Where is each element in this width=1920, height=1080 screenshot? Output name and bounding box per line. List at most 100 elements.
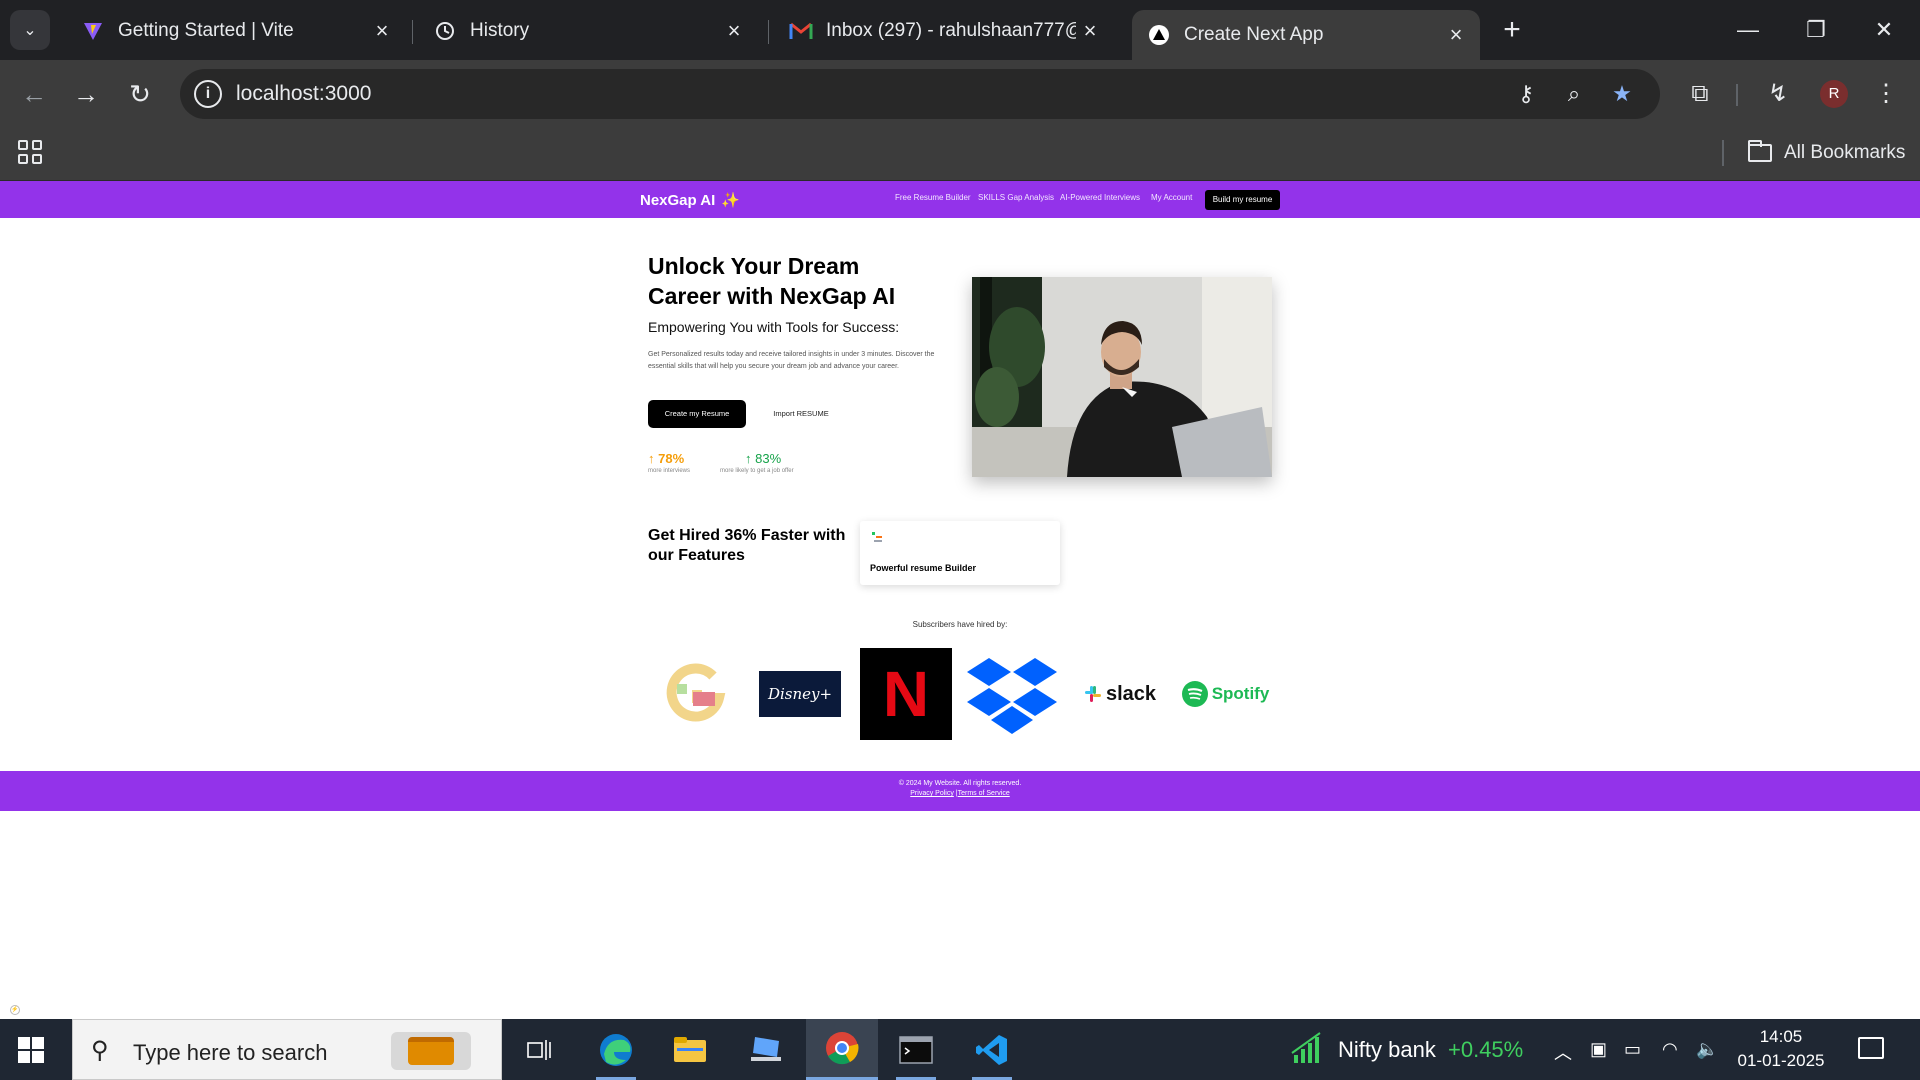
- close-icon[interactable]: ×: [368, 18, 396, 44]
- feature-card-resume-builder[interactable]: Powerful resume Builder: [860, 521, 1060, 585]
- close-window-button[interactable]: ✕: [1860, 10, 1908, 50]
- copyright-text: © 2024 My Website. All rights reserved.: [898, 780, 1022, 787]
- toolbar-divider: [1736, 84, 1738, 106]
- taskbar-search-box[interactable]: ⚲ Type here to search: [72, 1019, 502, 1080]
- windows-taskbar: ⚲ Type here to search Nifty bank +0.45% …: [0, 1019, 1920, 1080]
- wifi-icon[interactable]: ◠: [1662, 1039, 1678, 1060]
- terminal-icon[interactable]: [880, 1019, 952, 1080]
- tab-create-next-app[interactable]: Create Next App ×: [1132, 10, 1480, 60]
- extensions-icon[interactable]: ⧉: [1680, 74, 1720, 114]
- tab-vite[interactable]: Getting Started | Vite ×: [66, 10, 406, 52]
- import-resume-button[interactable]: Import RESUME: [756, 400, 846, 428]
- battery-icon[interactable]: ▭: [1624, 1039, 1641, 1060]
- privacy-policy-link[interactable]: Privacy Policy: [910, 790, 954, 797]
- hero-title: Unlock Your Dream Career with NexGap AI: [648, 253, 896, 309]
- google-logo: [660, 648, 732, 740]
- build-resume-button[interactable]: Build my resume: [1205, 190, 1280, 210]
- restore-button[interactable]: ❐: [1792, 10, 1840, 50]
- tab-history[interactable]: History ×: [418, 10, 758, 52]
- tab-divider: [412, 20, 413, 44]
- new-tab-button[interactable]: +: [1494, 12, 1530, 48]
- meet-now-icon[interactable]: ▣: [1590, 1039, 1607, 1060]
- bookmarks-bar: All Bookmarks: [0, 128, 1920, 181]
- close-icon[interactable]: ×: [720, 18, 748, 44]
- create-resume-button[interactable]: Create my Resume: [648, 400, 746, 428]
- tab-title: History: [470, 20, 530, 41]
- arrow-right-icon: →: [73, 79, 99, 109]
- history-icon: [432, 18, 458, 44]
- performance-icon[interactable]: ↯: [1758, 74, 1798, 114]
- stock-chart-icon[interactable]: [1290, 1031, 1326, 1070]
- windows-start-icon[interactable]: [18, 1037, 44, 1063]
- terms-of-service-link[interactable]: Terms of Service: [958, 790, 1010, 797]
- hero-subtitle: Empowering You with Tools for Success:: [648, 319, 900, 335]
- resume-builder-icon: [870, 531, 886, 545]
- notification-center-icon[interactable]: [1858, 1037, 1884, 1059]
- bookmarks-divider: [1722, 140, 1724, 166]
- minimize-button[interactable]: —: [1724, 10, 1772, 50]
- star-icon[interactable]: ★: [1606, 79, 1638, 109]
- tab-title: Getting Started | Vite: [118, 20, 294, 41]
- clock-date: 01-01-2025: [1737, 1051, 1825, 1070]
- nav-link-resume-builder[interactable]: Free Resume Builder: [895, 193, 971, 202]
- dev-indicator-icon[interactable]: ⚡: [10, 1005, 20, 1015]
- nav-link-skills-gap[interactable]: SKILLS Gap Analysis: [978, 193, 1054, 202]
- chevron-up-icon[interactable]: ︿: [1554, 1039, 1572, 1065]
- volume-icon[interactable]: 🔈: [1696, 1039, 1718, 1060]
- close-icon[interactable]: ×: [1442, 22, 1470, 48]
- desktop-app-icon[interactable]: [730, 1019, 802, 1080]
- nav-link-ai-interviews[interactable]: AI-Powered Interviews: [1060, 193, 1140, 202]
- clock-time: 14:05: [1759, 1027, 1803, 1046]
- browser-tab-strip: ⌄ Getting Started | Vite × History × Inb…: [0, 0, 1920, 60]
- edge-icon[interactable]: [580, 1019, 652, 1080]
- netflix-logo: N: [860, 648, 952, 740]
- file-explorer-icon[interactable]: [654, 1019, 726, 1080]
- spotify-logo: Spotify: [1178, 648, 1272, 740]
- ticker-change[interactable]: +0.45%: [1448, 1037, 1523, 1063]
- kebab-menu-icon[interactable]: ⋮: [1866, 74, 1906, 114]
- arrow-left-icon: ←: [21, 79, 47, 109]
- tab-divider: [768, 20, 769, 44]
- system-clock[interactable]: 14:05 01-01-2025: [1736, 1025, 1826, 1073]
- back-button[interactable]: ←: [14, 74, 54, 114]
- brand-name: NexGap AI: [640, 191, 716, 209]
- briefcase-icon[interactable]: [391, 1032, 471, 1070]
- hero-description: Get Personalized results today and recei…: [648, 351, 935, 370]
- close-icon[interactable]: ×: [1076, 18, 1104, 44]
- forward-button[interactable]: →: [66, 74, 106, 114]
- reload-button[interactable]: ↻: [120, 74, 160, 114]
- spotify-mark-icon: [1181, 681, 1208, 707]
- search-icon: ⚲: [91, 1037, 109, 1064]
- site-navbar: NexGap AI ✨ Free Resume Builder SKILLS G…: [0, 181, 1920, 218]
- dropbox-logo: [966, 648, 1058, 740]
- sparkle-icon: ✨: [721, 192, 740, 209]
- stat-label: more likely to get a job offer: [720, 468, 794, 474]
- reload-icon: ↻: [129, 79, 151, 109]
- url-text[interactable]: localhost:3000: [236, 82, 371, 106]
- site-info-icon[interactable]: i: [194, 80, 222, 108]
- folder-icon: [1748, 140, 1772, 162]
- gmail-icon: [788, 18, 814, 44]
- address-bar[interactable]: i localhost:3000 ⚷ ⌕ ★: [180, 69, 1660, 119]
- ticker-name[interactable]: Nifty bank: [1338, 1037, 1436, 1063]
- all-bookmarks-label: All Bookmarks: [1784, 142, 1906, 163]
- slack-wordmark: slack: [1105, 682, 1157, 705]
- tab-gmail[interactable]: Inbox (297) - rahulshaan777@g ×: [774, 10, 1114, 52]
- profile-avatar[interactable]: R: [1820, 80, 1848, 108]
- chrome-icon[interactable]: [806, 1019, 878, 1080]
- stat-label: more interviews: [648, 468, 691, 474]
- all-bookmarks-button[interactable]: All Bookmarks: [1748, 138, 1905, 168]
- hero-photo: [972, 277, 1272, 477]
- tab-search-button[interactable]: ⌄: [10, 10, 50, 50]
- tab-title: Create Next App: [1184, 24, 1324, 45]
- site-logo[interactable]: NexGap AI ✨: [640, 191, 740, 210]
- browser-toolbar: ← → ↻ i localhost:3000 ⚷ ⌕ ★ ⧉ ↯ R ⋮: [0, 60, 1920, 128]
- stat-interviews: ↑ 78% more interviews: [648, 451, 690, 474]
- apps-grid-icon[interactable]: [18, 140, 42, 164]
- features-title: Get Hired 36% Faster with our Features: [648, 527, 846, 564]
- key-icon[interactable]: ⚷: [1510, 79, 1542, 109]
- vscode-icon[interactable]: [956, 1019, 1028, 1080]
- nav-link-my-account[interactable]: My Account: [1151, 193, 1192, 202]
- zoom-icon[interactable]: ⌕: [1558, 79, 1590, 109]
- task-view-icon[interactable]: [504, 1019, 576, 1080]
